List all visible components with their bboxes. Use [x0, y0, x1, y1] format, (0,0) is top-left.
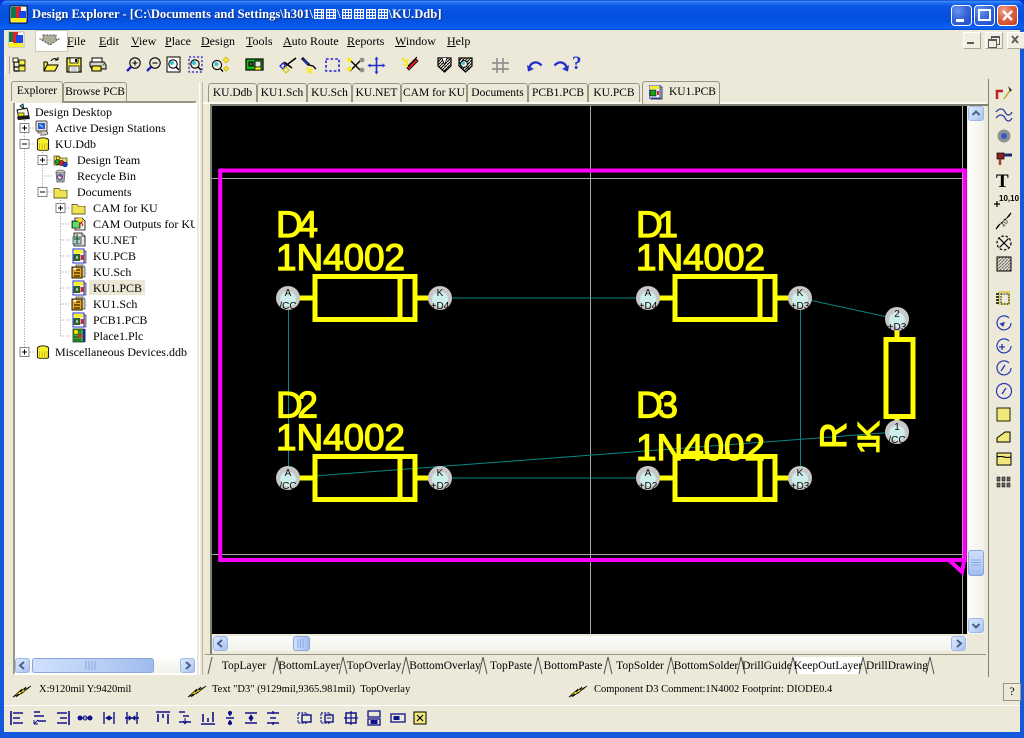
svg-text:CAM Outputs for KU: CAM Outputs for KU	[93, 217, 195, 231]
svg-text:1N4002: 1N4002	[636, 237, 765, 278]
svg-text:KU1.PCB: KU1.PCB	[93, 281, 142, 295]
svg-text:1: 1	[894, 422, 900, 433]
svg-text:R: R	[813, 422, 854, 449]
svg-text:DrillDrawing: DrillDrawing	[866, 660, 928, 672]
svg-text:BottomLayer: BottomLayer	[278, 660, 339, 672]
svg-text:KeepOutLayer: KeepOutLayer	[794, 660, 862, 672]
svg-text:Design Desktop: Design Desktop	[35, 105, 112, 119]
svg-text:1K: 1K	[851, 421, 886, 454]
svg-text:PCB1.PCB: PCB1.PCB	[93, 313, 147, 327]
svg-text:TopLayer: TopLayer	[222, 660, 267, 672]
svg-text:K: K	[437, 288, 444, 299]
svg-text:/CC: /CC	[279, 481, 296, 492]
svg-text:KU.Sch: KU.Sch	[93, 265, 131, 279]
svg-text:DrillGuide: DrillGuide	[742, 660, 792, 672]
svg-text:Recycle Bin: Recycle Bin	[77, 169, 136, 183]
svg-text:10,10: 10,10	[999, 194, 1019, 203]
svg-text:1N4002: 1N4002	[276, 237, 405, 278]
svg-text:A: A	[285, 288, 292, 299]
svg-text:+D3: +D3	[791, 481, 810, 492]
svg-text:T: T	[996, 171, 1009, 192]
svg-text:A: A	[285, 468, 292, 479]
svg-text:Active Design Stations: Active Design Stations	[55, 121, 166, 135]
svg-text:K: K	[437, 468, 444, 479]
svg-text:10: 10	[999, 218, 1010, 229]
svg-text:2: 2	[894, 309, 900, 320]
svg-text:TopPaste: TopPaste	[490, 660, 532, 672]
svg-text:+D3: +D3	[888, 322, 907, 333]
svg-text:Design Team: Design Team	[77, 153, 141, 167]
svg-text:Documents: Documents	[77, 185, 132, 199]
svg-text:+D2: +D2	[639, 481, 658, 492]
svg-text:BottomSolder: BottomSolder	[674, 660, 739, 672]
svg-text:1N4002: 1N4002	[276, 417, 405, 458]
svg-text:KU1.Sch: KU1.Sch	[93, 297, 137, 311]
svg-text:1N4002: 1N4002	[636, 427, 765, 468]
svg-text:A: A	[645, 288, 652, 299]
svg-text:Place1.Plc: Place1.Plc	[93, 329, 143, 343]
svg-text:BottomPaste: BottomPaste	[544, 660, 603, 672]
svg-text:+D4: +D4	[639, 301, 658, 312]
svg-text:D3: D3	[636, 385, 678, 426]
svg-text:/CC: /CC	[279, 301, 296, 312]
svg-text:CAM for KU: CAM for KU	[93, 201, 158, 215]
svg-text:/CC: /CC	[888, 435, 905, 446]
svg-text:+D4: +D4	[431, 301, 450, 312]
svg-text:K: K	[797, 468, 804, 479]
svg-text:A: A	[645, 468, 652, 479]
svg-text:Miscellaneous Devices.ddb: Miscellaneous Devices.ddb	[55, 345, 187, 359]
svg-text:KU.Ddb: KU.Ddb	[55, 137, 96, 151]
svg-text:KU.NET: KU.NET	[93, 233, 137, 247]
svg-text:KU.PCB: KU.PCB	[93, 249, 136, 263]
svg-text:TopOverlay: TopOverlay	[347, 660, 402, 672]
svg-text:K: K	[797, 288, 804, 299]
svg-text:+D3: +D3	[791, 301, 810, 312]
svg-text:+D2: +D2	[431, 481, 450, 492]
svg-text:TopSolder: TopSolder	[616, 660, 664, 672]
svg-text:BottomOverlay: BottomOverlay	[409, 660, 481, 672]
